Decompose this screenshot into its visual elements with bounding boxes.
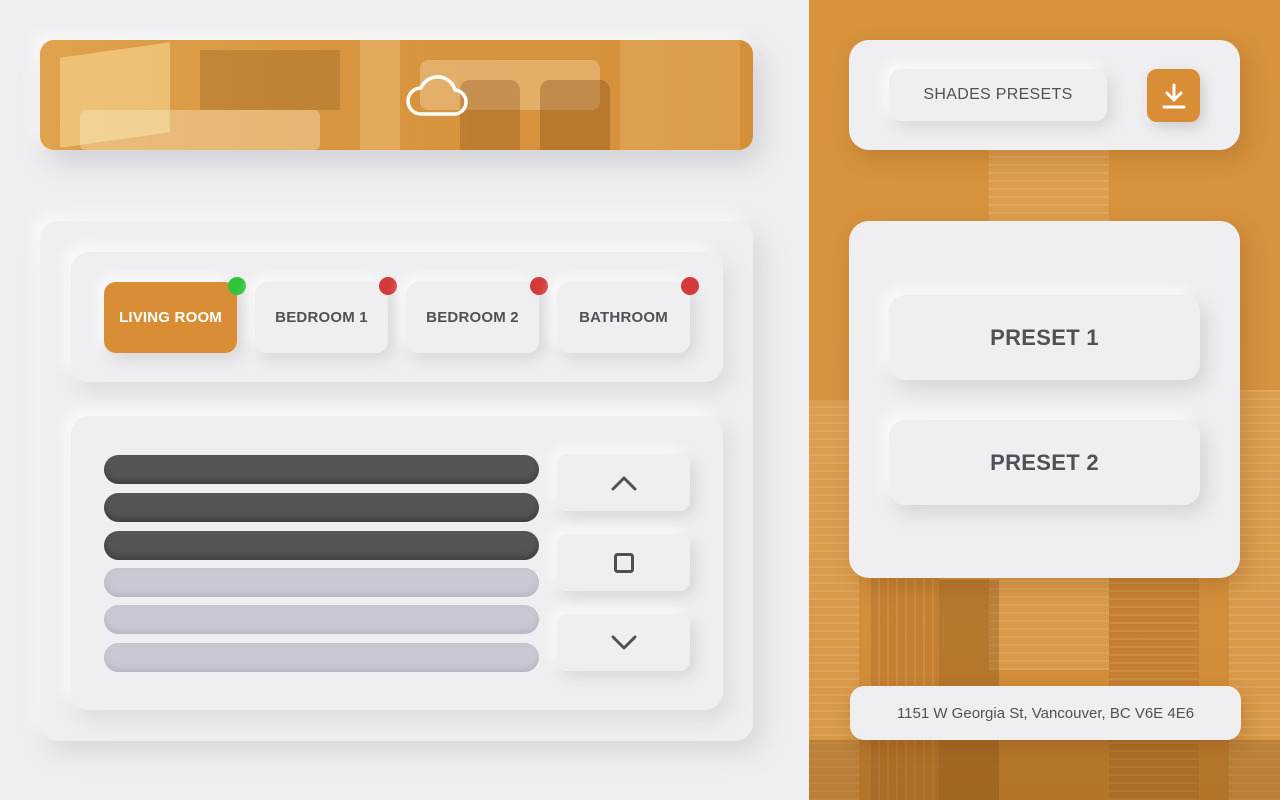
status-dot-offline: [530, 277, 548, 295]
download-button[interactable]: [1147, 69, 1200, 122]
shades-presets-button[interactable]: SHADES PRESETS: [889, 69, 1107, 121]
shade-slat-closed: [104, 493, 539, 522]
tab-living-room[interactable]: LIVING ROOM: [104, 277, 246, 353]
tab-label: LIVING ROOM: [118, 309, 223, 326]
room-photo-banner: [40, 40, 753, 150]
shade-up-button[interactable]: [557, 454, 690, 511]
stop-icon: [613, 552, 634, 573]
shades-presets-label: SHADES PRESETS: [923, 86, 1073, 103]
preset-1-button[interactable]: PRESET 1: [889, 295, 1200, 380]
tab-bathroom[interactable]: BATHROOM: [557, 277, 699, 353]
shade-down-button[interactable]: [557, 614, 690, 671]
chevron-down-icon: [611, 635, 636, 649]
shade-slat-open: [104, 605, 539, 634]
preset-2-button[interactable]: PRESET 2: [889, 420, 1200, 505]
tab-bedroom-1[interactable]: BEDROOM 1: [255, 277, 397, 353]
tab-label: BEDROOM 1: [275, 309, 368, 326]
cloud-icon: [406, 75, 468, 116]
shade-slat-closed: [104, 455, 539, 484]
chevron-up-icon: [611, 476, 636, 490]
shade-slat-open: [104, 643, 539, 672]
shade-stop-button[interactable]: [557, 534, 690, 591]
shade-slat-open: [104, 568, 539, 597]
tab-label: BATHROOM: [579, 309, 668, 326]
address-bar: 1151 W Georgia St, Vancouver, BC V6E 4E6: [850, 686, 1241, 740]
status-dot-online: [228, 277, 246, 295]
shade-slat-closed: [104, 531, 539, 560]
tab-bedroom-2[interactable]: BEDROOM 2: [406, 277, 548, 353]
tab-label: BEDROOM 2: [426, 309, 519, 326]
presets-list-card: [849, 221, 1240, 578]
download-icon: [1162, 83, 1185, 108]
address-text: 1151 W Georgia St, Vancouver, BC V6E 4E6: [896, 704, 1195, 722]
preset-label: PRESET 1: [990, 324, 1099, 350]
status-dot-offline: [379, 277, 397, 295]
preset-label: PRESET 2: [990, 449, 1099, 475]
status-dot-offline: [681, 277, 699, 295]
